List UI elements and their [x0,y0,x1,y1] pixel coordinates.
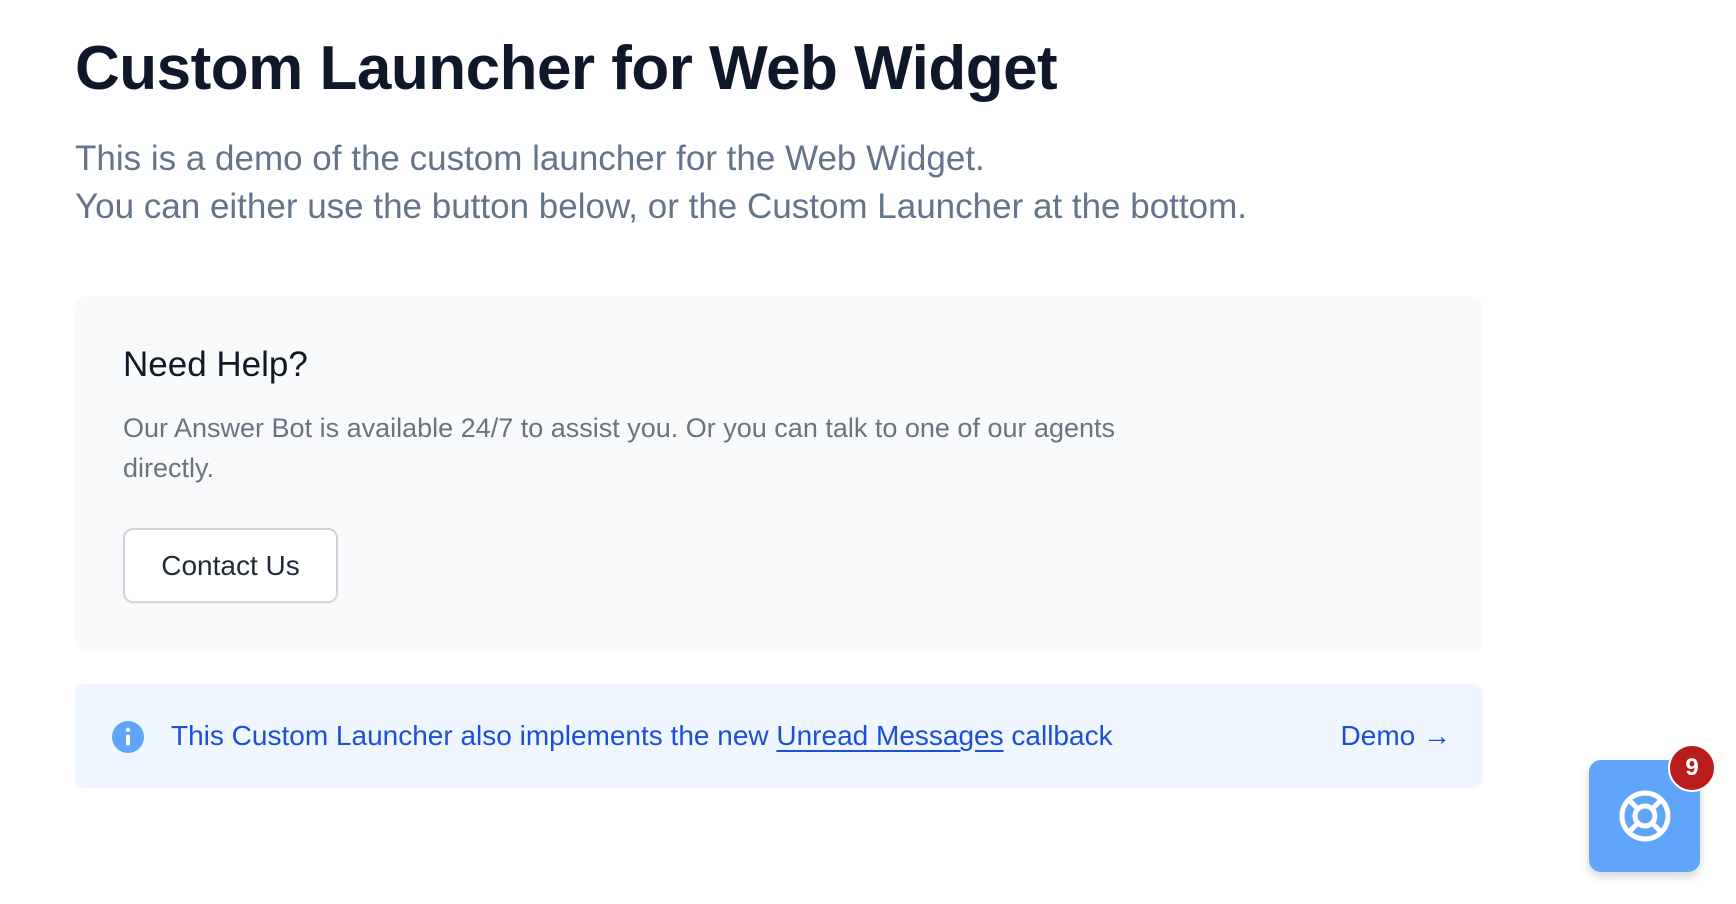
intro-text: This is a demo of the custom launcher fo… [75,135,1247,231]
info-icon [112,721,144,753]
info-banner-text-after: callback [1003,720,1113,751]
page: Custom Launcher for Web Widget This is a… [0,0,1736,904]
unread-messages-link[interactable]: Unread Messages [776,720,1003,751]
info-banner-text-before: This Custom Launcher also implements the… [171,720,777,751]
intro-line-1: This is a demo of the custom launcher fo… [75,139,985,178]
lifebuoy-icon [1619,790,1671,842]
intro-line-2: You can either use the button below, or … [75,187,1247,226]
info-banner: This Custom Launcher also implements the… [75,684,1483,788]
info-banner-text: This Custom Launcher also implements the… [171,714,1113,758]
unread-count-badge: 9 [1668,744,1716,792]
contact-us-button[interactable]: Contact Us [123,528,338,603]
help-card: Need Help? Our Answer Bot is available 2… [75,296,1483,652]
help-card-text: Our Answer Bot is available 24/7 to assi… [123,413,1116,483]
demo-link[interactable]: Demo → [1341,714,1451,758]
page-title: Custom Launcher for Web Widget [75,34,1058,103]
help-card-title: Need Help? [123,345,308,384]
